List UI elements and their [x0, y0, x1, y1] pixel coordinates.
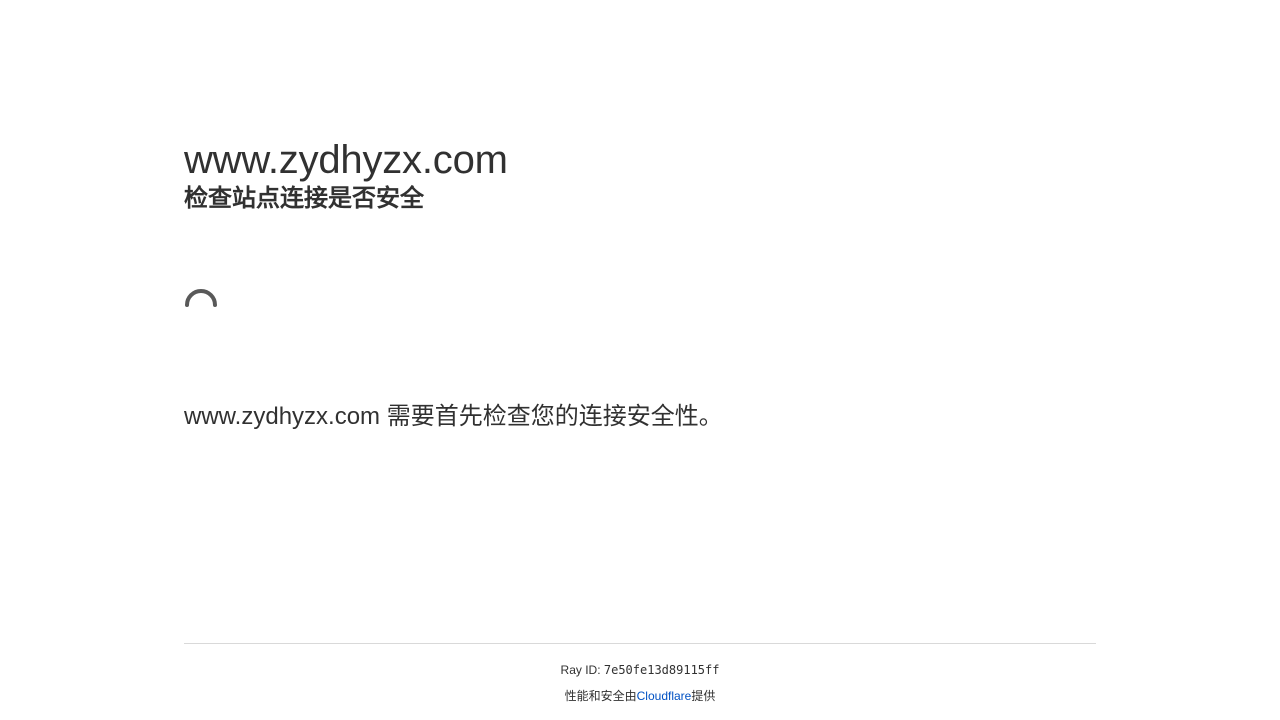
main-content: www.zydhyzx.com 检查站点连接是否安全 www.zydhyzx.c… — [184, 136, 1096, 430]
powered-prefix: 性能和安全由 — [564, 689, 637, 703]
ray-id-value: 7e50fe13d89115ff — [603, 663, 720, 677]
powered-suffix: 提供 — [691, 689, 716, 703]
security-check-message: www.zydhyzx.com 需要首先检查您的连接安全性。 — [184, 403, 723, 430]
site-title: www.zydhyzx.com — [184, 138, 508, 182]
ray-id-label: Ray ID: — [560, 663, 604, 677]
page-subtitle: 检查站点连接是否安全 — [184, 185, 424, 212]
loading-spinner-icon — [184, 286, 218, 320]
footer: Ray ID: 7e50fe13d89115ff 性能和安全由Cloudflar… — [184, 643, 1096, 703]
cloudflare-link[interactable]: Cloudflare — [637, 689, 692, 703]
ray-id-line: Ray ID: 7e50fe13d89115ff — [184, 663, 1096, 677]
challenge-page: www.zydhyzx.com 检查站点连接是否安全 www.zydhyzx.c… — [0, 0, 1280, 720]
powered-by-line: 性能和安全由Cloudflare提供 — [184, 689, 1096, 703]
